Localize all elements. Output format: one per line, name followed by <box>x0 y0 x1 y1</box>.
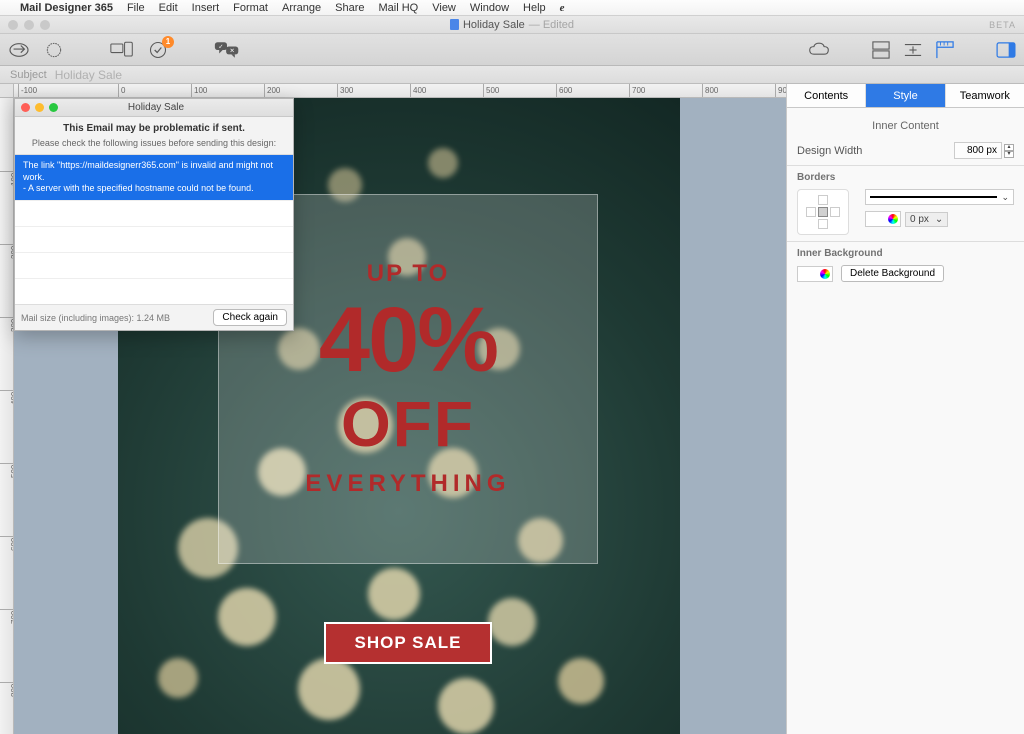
ruler-horizontal[interactable]: -100 0 100 200 300 400 500 600 700 800 9… <box>14 84 786 98</box>
dialog-warning: This Email may be problematic if sent. <box>23 123 285 134</box>
mac-menubar: Mail Designer 365 File Edit Insert Forma… <box>0 0 1024 16</box>
inner-content-title: Inner Content <box>797 120 1014 132</box>
sidebar-tabs: Contents Style Teamwork <box>787 84 1024 108</box>
check-again-button[interactable]: Check again <box>213 309 287 326</box>
mail-size-label: Mail size (including images): 1.24 MB <box>21 313 170 323</box>
border-color-swatch[interactable] <box>865 211 901 227</box>
tab-style[interactable]: Style <box>866 84 945 107</box>
issue-row[interactable]: The link "https://maildesignerr365.com" … <box>15 155 293 200</box>
app-name[interactable]: Mail Designer 365 <box>20 2 113 14</box>
beta-label: BETA <box>989 20 1016 30</box>
border-width-value[interactable]: 0 px⌄ <box>905 212 948 227</box>
ruler-corner <box>0 84 14 98</box>
menu-view[interactable]: View <box>432 2 456 14</box>
inner-background-swatch[interactable] <box>797 266 833 282</box>
menu-share[interactable]: Share <box>335 2 364 14</box>
subject-label: Subject <box>10 69 47 81</box>
dialog-title: Holiday Sale <box>128 102 184 113</box>
ruler-icon[interactable] <box>936 41 954 59</box>
document-icon <box>450 19 459 30</box>
promo-upto: UP TO <box>367 260 449 288</box>
issue-list[interactable]: The link "https://maildesignerr365.com" … <box>15 154 293 305</box>
inspector-sidebar: Contents Style Teamwork Inner Content De… <box>786 84 1024 734</box>
menu-file[interactable]: File <box>127 2 145 14</box>
svg-text:✕: ✕ <box>230 48 235 54</box>
design-width-stepper[interactable]: ▴▾ <box>1004 144 1014 158</box>
menu-format[interactable]: Format <box>233 2 268 14</box>
menu-window[interactable]: Window <box>470 2 509 14</box>
menu-edit[interactable]: Edit <box>159 2 178 14</box>
menu-help[interactable]: Help <box>523 2 546 14</box>
canvas-area: -100 0 100 200 300 400 500 600 700 800 9… <box>0 84 786 734</box>
border-style-select[interactable]: ⌄ <box>865 189 1014 205</box>
ruler-vertical[interactable]: 100 200 300 400 500 600 700 800 <box>0 98 14 734</box>
cloud-icon[interactable] <box>808 42 830 58</box>
document-title: Holiday Sale <box>463 19 525 31</box>
menu-insert[interactable]: Insert <box>192 2 220 14</box>
design-width-label: Design Width <box>797 145 862 157</box>
layout-split-icon[interactable] <box>872 41 890 59</box>
tab-teamwork[interactable]: Teamwork <box>946 84 1024 107</box>
menu-mailhq[interactable]: Mail HQ <box>379 2 419 14</box>
promo-off: OFF <box>341 392 475 456</box>
dialog-titlebar: Holiday Sale <box>15 99 293 117</box>
edited-indicator: — Edited <box>529 19 574 31</box>
inspector-toggle-icon[interactable] <box>996 42 1016 58</box>
send-icon[interactable] <box>8 41 30 59</box>
design-width-input[interactable] <box>954 142 1002 159</box>
toolbar: 1 ✓✕ <box>0 34 1024 66</box>
equinux-icon[interactable]: e <box>560 2 565 14</box>
menu-arrange[interactable]: Arrange <box>282 2 321 14</box>
check-icon[interactable]: 1 <box>148 40 168 60</box>
border-edge-selector[interactable] <box>797 189 849 235</box>
promo-percent: 40% <box>319 294 497 386</box>
devices-icon[interactable] <box>110 41 134 59</box>
promo-everything: EVERYTHING <box>305 470 510 498</box>
warning-badge: 1 <box>162 36 174 48</box>
inner-background-header: Inner Background <box>797 248 1014 259</box>
problem-dialog: Holiday Sale This Email may be problemat… <box>14 98 294 331</box>
borders-header: Borders <box>797 172 1014 183</box>
svg-text:✓: ✓ <box>218 44 223 50</box>
dialog-traffic-lights[interactable] <box>21 103 58 112</box>
subject-row: Subject Holiday Sale <box>0 66 1024 84</box>
subject-value[interactable]: Holiday Sale <box>55 68 122 82</box>
comment-icons[interactable]: ✓✕ <box>214 41 240 59</box>
shop-sale-button[interactable]: SHOP SALE <box>324 622 492 664</box>
window-titlebar: Holiday Sale — Edited BETA <box>0 16 1024 34</box>
delete-background-button[interactable]: Delete Background <box>841 265 944 282</box>
dialog-subtext: Please check the following issues before… <box>23 138 285 148</box>
traffic-lights[interactable] <box>8 20 50 30</box>
seal-icon[interactable] <box>44 40 64 60</box>
tab-contents[interactable]: Contents <box>787 84 866 107</box>
insert-block-icon[interactable] <box>904 41 922 59</box>
